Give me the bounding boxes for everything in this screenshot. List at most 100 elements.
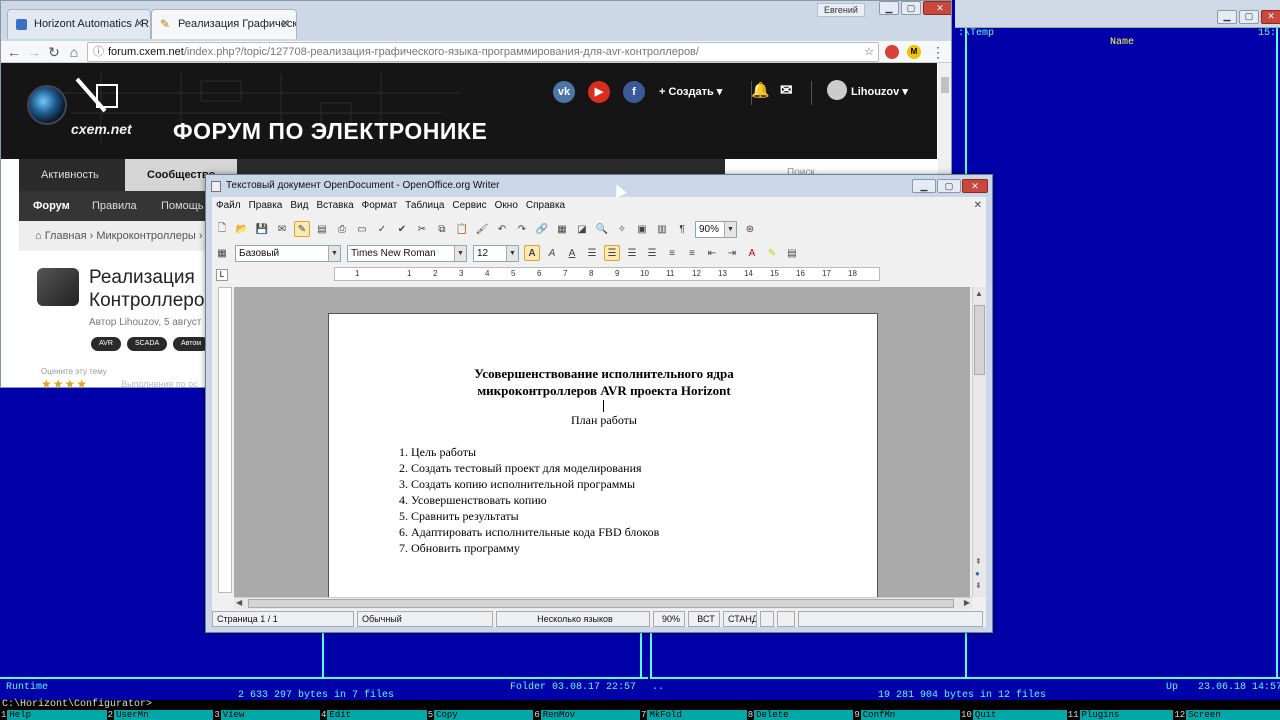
align-center-icon[interactable]: ☰ [604,245,620,261]
status-style[interactable]: Обычный [357,611,493,627]
tag-chip[interactable]: AVR [91,337,121,351]
mail-extension-icon[interactable]: M [907,45,921,59]
navigation-icon[interactable]: ● [975,569,980,578]
formatting-marks-icon[interactable]: ¶ [674,221,690,237]
tab-forum[interactable]: ✎ Реализация Графическо ✕ [151,9,297,39]
save-icon[interactable]: 💾 [254,221,270,237]
vk-icon[interactable]: vk [553,81,575,103]
status-selection-mode[interactable]: СТАНД [723,611,757,627]
menu-edit[interactable]: Правка [245,197,287,215]
close-button[interactable]: ✕ [962,179,988,193]
gallery-icon[interactable]: ▣ [634,221,650,237]
table-icon[interactable]: ▦ [554,221,570,237]
fkey-12[interactable]: 12 Screen [1173,710,1280,720]
mail-icon[interactable]: ✉ [780,81,793,99]
reload-icon[interactable]: ↻ [45,44,63,60]
font-color-icon[interactable]: A [744,245,760,261]
open-icon[interactable]: 📂 [234,221,250,237]
data-sources-icon[interactable]: ▥ [654,221,670,237]
styles-icon[interactable]: ▦ [214,245,230,261]
new-document-icon[interactable]: 🗋 [214,221,230,237]
minimize-button[interactable]: ▁ [912,179,936,193]
paste-icon[interactable]: 📋 [454,221,470,237]
scroll-up-arrow-icon[interactable]: ▲ [975,289,983,298]
menu-format[interactable]: Формат [358,197,402,215]
fkey-5[interactable]: 5 Copy [427,710,534,720]
font-name-select[interactable]: Times New Roman ▼ [347,244,467,262]
find-replace-icon[interactable]: 🔍 [594,221,610,237]
font-size-select[interactable]: 12 ▼ [473,244,519,262]
fkey-10[interactable]: 10 Quit [960,710,1067,720]
fkey-2[interactable]: 2 UserMn [107,710,214,720]
hyperlink-icon[interactable]: 🔗 [534,221,550,237]
redo-icon[interactable]: ↷ [514,221,530,237]
close-tab-icon[interactable]: ✕ [135,10,144,38]
extension-icon[interactable] [885,45,899,59]
maximize-button[interactable]: ▢ [901,1,921,15]
scroll-thumb[interactable] [974,305,985,375]
breadcrumb-text[interactable]: Главная › Микроконтроллеры › [45,230,203,242]
vertical-ruler[interactable] [218,287,232,593]
align-left-icon[interactable]: ☰ [584,245,600,261]
hscroll-thumb[interactable] [248,599,954,608]
url-input[interactable]: ⓘ forum.cxem.net/index.php?/topic/127708… [87,42,879,62]
subnav-forum[interactable]: Форум [33,191,70,221]
zoom-select[interactable]: 90% ▼ [695,220,737,238]
menu-window[interactable]: Окно [491,197,522,215]
nav-activity[interactable]: Активность [19,159,121,191]
copy-icon[interactable]: ⧉ [434,221,450,237]
horizontal-scrollbar[interactable]: ◀ ▶ [234,597,972,609]
home-icon[interactable]: ⌂ [65,44,83,60]
help-icon[interactable]: ⊛ [742,221,758,237]
bullets-icon[interactable]: ≡ [684,245,700,261]
tab-horizont[interactable]: Horizont Automatics / R ✕ [7,9,151,39]
status-language[interactable]: Несколько языков [496,611,650,627]
menu-view[interactable]: Вид [286,197,312,215]
bell-icon[interactable]: 🔔 [751,81,770,99]
youtube-icon[interactable]: ▶ [588,81,610,103]
menu-tools[interactable]: Сервис [448,197,490,215]
tab-stop-icon[interactable]: L [216,269,228,281]
fkey-3[interactable]: 3 View [213,710,321,720]
vertical-scrollbar[interactable]: ▲ ⇞ ● ⇟ [972,287,986,597]
navigator-icon[interactable]: ✧ [614,221,630,237]
scroll-left-arrow-icon[interactable]: ◀ [236,598,242,607]
back-arrow-icon[interactable]: ← [5,44,23,60]
justify-icon[interactable]: ☰ [644,245,660,261]
paragraph-style-select[interactable]: Базовый ▼ [235,244,341,262]
fkey-1[interactable]: 1 Help [0,710,107,720]
export-pdf-icon[interactable]: ▤ [314,221,330,237]
email-icon[interactable]: ✉ [274,221,290,237]
status-insert-mode[interactable]: ВСТ [688,611,720,627]
command-line[interactable]: C:\Horizont\Configurator> [0,700,1280,710]
menu-file[interactable]: Файл [212,197,245,215]
close-button[interactable]: ✕ [923,1,951,15]
print-preview-icon[interactable]: ▭ [354,221,370,237]
close-tab-icon[interactable]: ✕ [281,10,290,38]
document-area[interactable]: Усовершенствование исполнительного ядра … [234,287,970,597]
close-document-icon[interactable]: ✕ [974,197,982,215]
fkey-11[interactable]: 11 Plugins [1067,710,1174,720]
close-button[interactable]: ✕ [1261,10,1280,24]
scroll-right-arrow-icon[interactable]: ▶ [964,598,970,607]
edit-mode-icon[interactable]: ✎ [294,221,310,237]
menu-insert[interactable]: Вставка [312,197,357,215]
cut-icon[interactable]: ✂ [414,221,430,237]
maximize-button[interactable]: ▢ [1239,10,1259,24]
profile-button[interactable]: Евгений [817,3,865,17]
format-paintbrush-icon[interactable]: 🖌 [474,221,490,237]
menu-dots-icon[interactable]: ⋮ [929,44,947,60]
horizontal-ruler[interactable]: 1 1 2 3 4 5 6 7 8 9 10 11 12 13 14 15 16… [334,267,880,281]
background-color-icon[interactable]: ▤ [784,245,800,261]
rating-stars[interactable]: ★★★★ [41,377,88,387]
fkey-8[interactable]: 8 Delete [747,710,854,720]
increase-indent-icon[interactable]: ⇥ [724,245,740,261]
facebook-icon[interactable]: f [623,81,645,103]
fkey-7[interactable]: 7 MkFold [640,710,747,720]
user-menu[interactable]: Lihouzov ▾ [851,85,908,98]
tag-chip[interactable]: SCADA [127,337,168,351]
spellcheck-icon[interactable]: ✓ [374,221,390,237]
tag-chip[interactable]: Автом [173,337,210,351]
menu-help[interactable]: Справка [522,197,569,215]
fkey-6[interactable]: 6 RenMov [533,710,641,720]
